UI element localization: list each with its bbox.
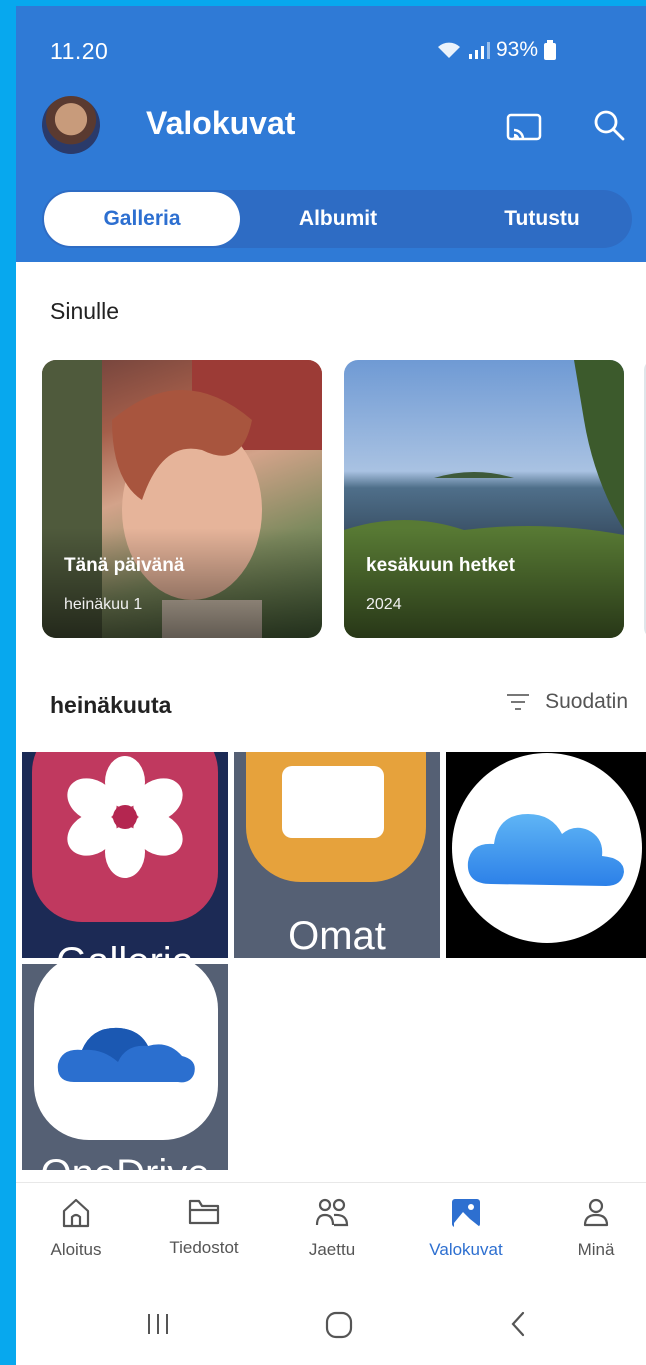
home-icon	[62, 1198, 90, 1228]
search-icon[interactable]	[592, 108, 626, 142]
photo-thumbnail[interactable]: OneDrive	[22, 964, 228, 1170]
tab-tutustu[interactable]: Tutustu	[462, 190, 622, 248]
nav-item-jaettu[interactable]: Jaettu	[272, 1197, 392, 1260]
icloud-icon	[452, 753, 642, 943]
memory-card-subtitle: 2024	[366, 596, 402, 613]
tab-albumit[interactable]: Albumit	[258, 190, 418, 248]
month-heading: heinäkuuta	[50, 692, 172, 718]
tile-label: Galleria	[22, 940, 228, 958]
filter-button[interactable]: Suodatin	[505, 690, 628, 714]
person-icon	[583, 1198, 609, 1227]
photo-thumbnail[interactable]: Galleria	[22, 752, 228, 958]
nav-label: Tiedostot	[169, 1238, 239, 1257]
nav-item-aloitus[interactable]: Aloitus	[16, 1197, 136, 1260]
wifi-icon	[437, 42, 460, 58]
filter-icon	[507, 694, 530, 710]
photo-thumbnail[interactable]	[446, 752, 646, 958]
onedrive-cloud-icon	[34, 964, 218, 1140]
memory-card[interactable]: Tänä päivänä heinäkuu 1	[42, 360, 322, 638]
photos-icon	[452, 1199, 480, 1227]
nav-label: Valokuvat	[429, 1240, 503, 1259]
people-icon	[315, 1198, 349, 1227]
gallery-flower-icon	[32, 752, 218, 922]
tile-label: Omat	[288, 914, 386, 958]
photo-thumbnail[interactable]: Omat	[234, 752, 440, 958]
back-icon[interactable]	[508, 1310, 528, 1338]
filter-label: Suodatin	[545, 690, 628, 713]
battery-icon	[544, 40, 556, 60]
bottom-navigation: Aloitus Tiedostot Jaettu Valokuvat Minä	[16, 1182, 646, 1277]
tab-galleria[interactable]: Galleria	[44, 192, 240, 246]
nav-label: Jaettu	[308, 1240, 356, 1259]
memory-card-subtitle: heinäkuu 1	[64, 596, 143, 613]
status-indicators: 93%	[436, 38, 556, 62]
signal-icon	[468, 42, 490, 59]
memory-card-title: Tänä päivänä	[64, 555, 185, 576]
status-time: 11.20	[50, 38, 109, 64]
tab-bar: Galleria Albumit Tutustu	[42, 190, 632, 248]
system-navigation-bar	[16, 1286, 646, 1365]
folder-icon	[188, 1199, 220, 1225]
avatar[interactable]	[42, 96, 100, 154]
page-title: Valokuvat	[146, 105, 296, 141]
battery-percentage: 93%	[495, 38, 538, 61]
memory-card[interactable]: kesäkuun hetket 2024	[344, 360, 624, 638]
nav-label: Minä	[577, 1240, 615, 1259]
tile-label: OneDrive	[22, 1152, 228, 1170]
nav-label: Aloitus	[50, 1240, 102, 1259]
app-header: 11.20 93% Valokuvat Galleria Albumit Tut…	[16, 6, 646, 262]
nav-item-mina[interactable]: Minä	[536, 1197, 646, 1260]
home-button-icon[interactable]	[324, 1310, 354, 1340]
nav-item-valokuvat[interactable]: Valokuvat	[406, 1197, 526, 1260]
phone-screen: 11.20 93% Valokuvat Galleria Albumit Tut…	[16, 6, 646, 1365]
cast-icon[interactable]	[506, 113, 542, 143]
memory-card-title: kesäkuun hetket	[366, 555, 515, 576]
recent-apps-icon[interactable]	[144, 1310, 172, 1338]
section-title-for-you: Sinulle	[50, 298, 120, 324]
nav-item-tiedostot[interactable]: Tiedostot	[144, 1197, 264, 1258]
